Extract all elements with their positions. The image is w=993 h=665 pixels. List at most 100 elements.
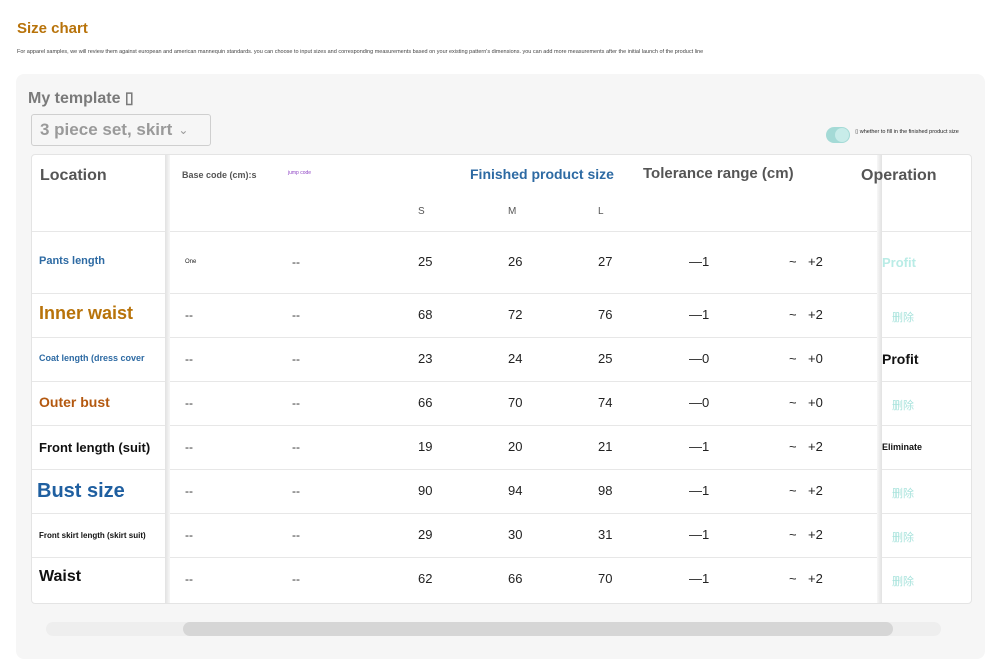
base-value[interactable]: One xyxy=(185,259,196,265)
size-s-value[interactable]: 62 xyxy=(418,571,432,586)
row-divider xyxy=(32,469,971,470)
base-value[interactable]: -- xyxy=(185,352,193,366)
tolerance-max[interactable]: +2 xyxy=(808,439,823,454)
tolerance-min[interactable]: —1 xyxy=(689,571,709,586)
size-l-value[interactable]: 98 xyxy=(598,483,612,498)
tolerance-tilde: ~ xyxy=(789,571,797,586)
template-select[interactable]: 3 piece set, skirt ⌄ xyxy=(31,114,211,146)
chevron-down-icon: ⌄ xyxy=(178,123,189,137)
fill-finished-size-toggle[interactable] xyxy=(826,127,850,143)
row-location: Outer bust xyxy=(39,394,110,410)
tolerance-min[interactable]: —1 xyxy=(689,527,709,542)
base-value[interactable]: -- xyxy=(185,484,193,498)
size-s-value[interactable]: 66 xyxy=(418,395,432,410)
tolerance-max[interactable]: +2 xyxy=(808,307,823,322)
row-location: Front length (suit) xyxy=(39,440,151,455)
jump-value[interactable]: -- xyxy=(292,440,300,454)
tolerance-min[interactable]: —0 xyxy=(689,351,709,366)
scrollbar-thumb[interactable] xyxy=(183,622,893,636)
size-m-value[interactable]: 94 xyxy=(508,483,522,498)
size-s-value[interactable]: 19 xyxy=(418,439,432,454)
size-s-value[interactable]: 25 xyxy=(418,254,432,269)
row-location: Pants length xyxy=(39,255,106,267)
tolerance-min[interactable]: —1 xyxy=(689,483,709,498)
size-l-value[interactable]: 74 xyxy=(598,395,612,410)
tolerance-min[interactable]: —0 xyxy=(689,395,709,410)
header-operation: Operation xyxy=(861,167,937,184)
header-location: Location xyxy=(40,167,107,184)
toggle-knob xyxy=(835,128,849,142)
size-m-value[interactable]: 72 xyxy=(508,307,522,322)
size-header-s: S xyxy=(418,206,425,217)
header-base-code: Base code (cm):s xyxy=(182,170,257,180)
horizontal-scrollbar[interactable] xyxy=(46,622,941,636)
tolerance-tilde: ~ xyxy=(789,254,797,269)
jump-value[interactable]: -- xyxy=(292,528,300,542)
tolerance-max[interactable]: +2 xyxy=(808,571,823,586)
size-l-value[interactable]: 31 xyxy=(598,527,612,542)
size-m-value[interactable]: 26 xyxy=(508,254,522,269)
row-location: Inner waist xyxy=(39,303,134,323)
tolerance-min[interactable]: —1 xyxy=(689,307,709,322)
delete-link[interactable]: Profit xyxy=(882,351,919,367)
size-l-value[interactable]: 76 xyxy=(598,307,612,322)
fixed-column-shadow-left xyxy=(165,155,170,603)
tolerance-tilde: ~ xyxy=(789,483,797,498)
tolerance-max[interactable]: +2 xyxy=(808,527,823,542)
row-location: Front skirt length (skirt suit) xyxy=(39,531,146,540)
tolerance-tilde: ~ xyxy=(789,395,797,410)
header-divider xyxy=(32,231,971,232)
delete-link[interactable]: 删除 xyxy=(892,485,914,501)
tolerance-min[interactable]: —1 xyxy=(689,439,709,454)
size-m-value[interactable]: 66 xyxy=(508,571,522,586)
base-value[interactable]: -- xyxy=(185,572,193,586)
row-location: Coat length (dress cover xyxy=(39,353,145,363)
size-l-value[interactable]: 25 xyxy=(598,351,612,366)
size-s-value[interactable]: 23 xyxy=(418,351,432,366)
jump-value[interactable]: -- xyxy=(292,308,300,322)
jump-value[interactable]: -- xyxy=(292,484,300,498)
delete-link[interactable]: 删除 xyxy=(892,397,914,413)
delete-link[interactable]: Eliminate xyxy=(882,442,922,452)
tolerance-min[interactable]: —1 xyxy=(689,254,709,269)
delete-link[interactable]: 删除 xyxy=(892,573,914,589)
jump-value[interactable]: -- xyxy=(292,396,300,410)
size-table: Location Base code (cm):s jump code Fini… xyxy=(31,154,972,604)
jump-value[interactable]: -- xyxy=(292,255,300,269)
tolerance-max[interactable]: +0 xyxy=(808,351,823,366)
header-jump-code: jump code xyxy=(288,170,312,176)
size-l-value[interactable]: 70 xyxy=(598,571,612,586)
tolerance-tilde: ~ xyxy=(789,351,797,366)
header-tolerance: Tolerance range (cm) xyxy=(643,165,794,182)
jump-value[interactable]: -- xyxy=(292,352,300,366)
delete-link[interactable]: 删除 xyxy=(892,529,914,545)
tolerance-max[interactable]: +2 xyxy=(808,254,823,269)
tolerance-tilde: ~ xyxy=(789,439,797,454)
size-l-value[interactable]: 27 xyxy=(598,254,612,269)
base-value[interactable]: -- xyxy=(185,396,193,410)
tolerance-max[interactable]: +2 xyxy=(808,483,823,498)
base-value[interactable]: -- xyxy=(185,308,193,322)
size-s-value[interactable]: 68 xyxy=(418,307,432,322)
size-m-value[interactable]: 24 xyxy=(508,351,522,366)
jump-value[interactable]: -- xyxy=(292,572,300,586)
row-location: Bust size xyxy=(37,480,125,502)
delete-link[interactable]: 删除 xyxy=(892,309,914,325)
size-m-value[interactable]: 30 xyxy=(508,527,522,542)
delete-link[interactable]: Profit xyxy=(882,255,916,270)
size-m-value[interactable]: 20 xyxy=(508,439,522,454)
tolerance-max[interactable]: +0 xyxy=(808,395,823,410)
size-header-l: L xyxy=(598,206,604,217)
row-divider xyxy=(32,381,971,382)
base-value[interactable]: -- xyxy=(185,440,193,454)
size-header-m: M xyxy=(508,206,517,217)
size-s-value[interactable]: 29 xyxy=(418,527,432,542)
row-location: Waist xyxy=(39,568,82,585)
base-value[interactable]: -- xyxy=(185,528,193,542)
size-l-value[interactable]: 21 xyxy=(598,439,612,454)
size-s-value[interactable]: 90 xyxy=(418,483,432,498)
fill-finished-size-label: ▯ whether to fill in the finished produc… xyxy=(855,129,959,135)
size-m-value[interactable]: 70 xyxy=(508,395,522,410)
template-select-value: 3 piece set, skirt xyxy=(40,120,173,139)
row-divider xyxy=(32,337,971,338)
